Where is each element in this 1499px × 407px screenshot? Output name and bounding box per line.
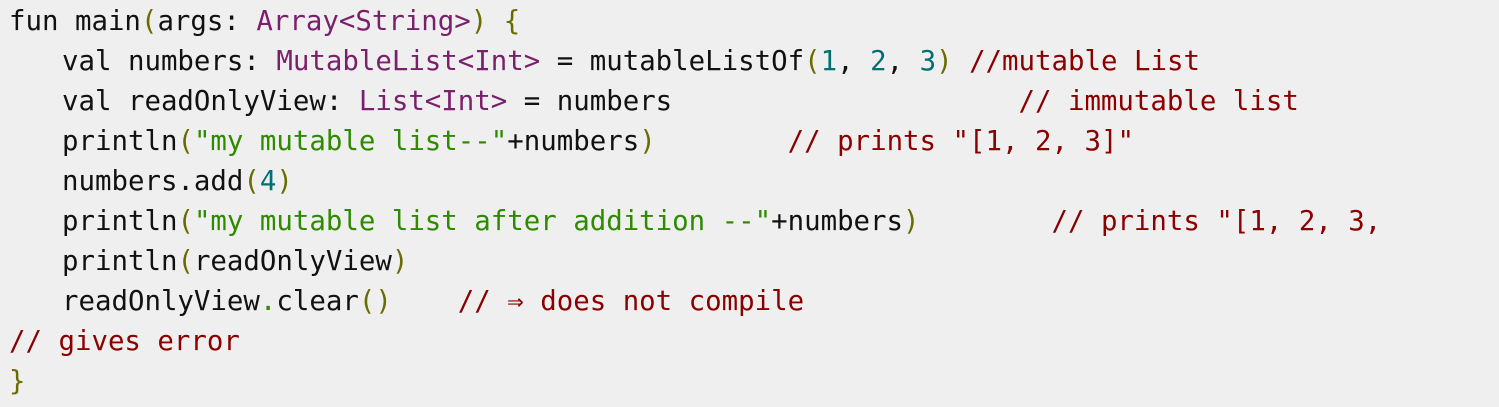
- code-token-plain: ,: [886, 46, 920, 77]
- code-line: // gives error: [0, 322, 1499, 362]
- code-token-plain: val numbers:: [62, 46, 277, 77]
- code-token-paren: (): [358, 286, 392, 317]
- code-token-paren: ): [276, 166, 293, 197]
- code-line: }: [0, 362, 1499, 402]
- code-token-paren: ) {: [470, 6, 521, 37]
- code-token-comment: // prints "[1, 2, 3,: [919, 206, 1382, 237]
- code-block: fun main(args: Array<String>) { val numb…: [0, 0, 1499, 407]
- code-token-paren: (: [177, 126, 194, 157]
- code-token-plain: readOnlyView: [62, 286, 260, 317]
- code-token-plain: clear: [276, 286, 359, 317]
- code-token-paren: (: [243, 166, 260, 197]
- code-token-plain: = mutableListOf: [540, 46, 805, 77]
- code-line: fun main(args: Array<String>) {: [0, 2, 1499, 42]
- code-token-paren: ): [639, 126, 656, 157]
- code-line: println("my mutable list after addition …: [0, 202, 1499, 242]
- code-token-number: 2: [870, 46, 887, 77]
- code-token-paren: (: [177, 246, 194, 277]
- code-token-comment: //mutable List: [952, 46, 1200, 77]
- code-line: val numbers: MutableList<Int> = mutableL…: [0, 42, 1499, 82]
- code-token-type: MutableList<Int>: [276, 46, 541, 77]
- code-token-paren: ): [391, 246, 409, 277]
- code-line: numbers.add(4): [0, 162, 1499, 202]
- code-token-string: "my mutable list--": [193, 126, 508, 157]
- code-token-plain: readOnlyView: [193, 246, 392, 277]
- code-token-paren: (: [804, 46, 821, 77]
- code-token-comment: // immutable list: [1018, 86, 1299, 117]
- code-token-plain: numbers.add: [62, 166, 244, 197]
- code-token-number: 1: [820, 46, 838, 77]
- code-token-paren: (: [177, 206, 194, 237]
- code-token-type: List<Int>: [358, 86, 508, 117]
- code-token-plain: ,: [837, 46, 871, 77]
- code-token-paren: ): [936, 46, 953, 77]
- code-token-comment: // ⇒ does not compile: [391, 286, 805, 317]
- code-token-number: 4: [259, 166, 277, 197]
- code-token-plain: = numbers: [507, 86, 1019, 117]
- code-token-plain: +numbers: [507, 126, 640, 157]
- code-token-plain: println: [62, 246, 178, 277]
- code-token-plain: fun main: [9, 6, 141, 37]
- code-token-type: Array<String>: [256, 6, 471, 37]
- code-token-member-dot: .: [259, 286, 277, 317]
- code-token-paren: ): [903, 206, 920, 237]
- code-token-plain: args:: [157, 6, 257, 37]
- code-line: readOnlyView.clear() // ⇒ does not compi…: [0, 282, 1499, 322]
- code-token-comment: // gives error: [9, 326, 240, 357]
- code-line: println("my mutable list--"+numbers) // …: [0, 122, 1499, 162]
- code-token-plain: println: [62, 126, 178, 157]
- code-token-comment: // prints "[1, 2, 3]": [655, 126, 1134, 157]
- code-token-paren: (: [140, 6, 158, 37]
- code-line: val readOnlyView: List<Int> = numbers //…: [0, 82, 1499, 122]
- code-token-plain: val readOnlyView:: [62, 86, 359, 117]
- code-token-plain: +numbers: [771, 206, 904, 237]
- code-token-plain: println: [62, 206, 178, 237]
- code-token-paren: }: [9, 366, 26, 397]
- code-token-string: "my mutable list after addition --": [193, 206, 772, 237]
- code-line: println(readOnlyView): [0, 242, 1499, 282]
- code-token-number: 3: [919, 46, 937, 77]
